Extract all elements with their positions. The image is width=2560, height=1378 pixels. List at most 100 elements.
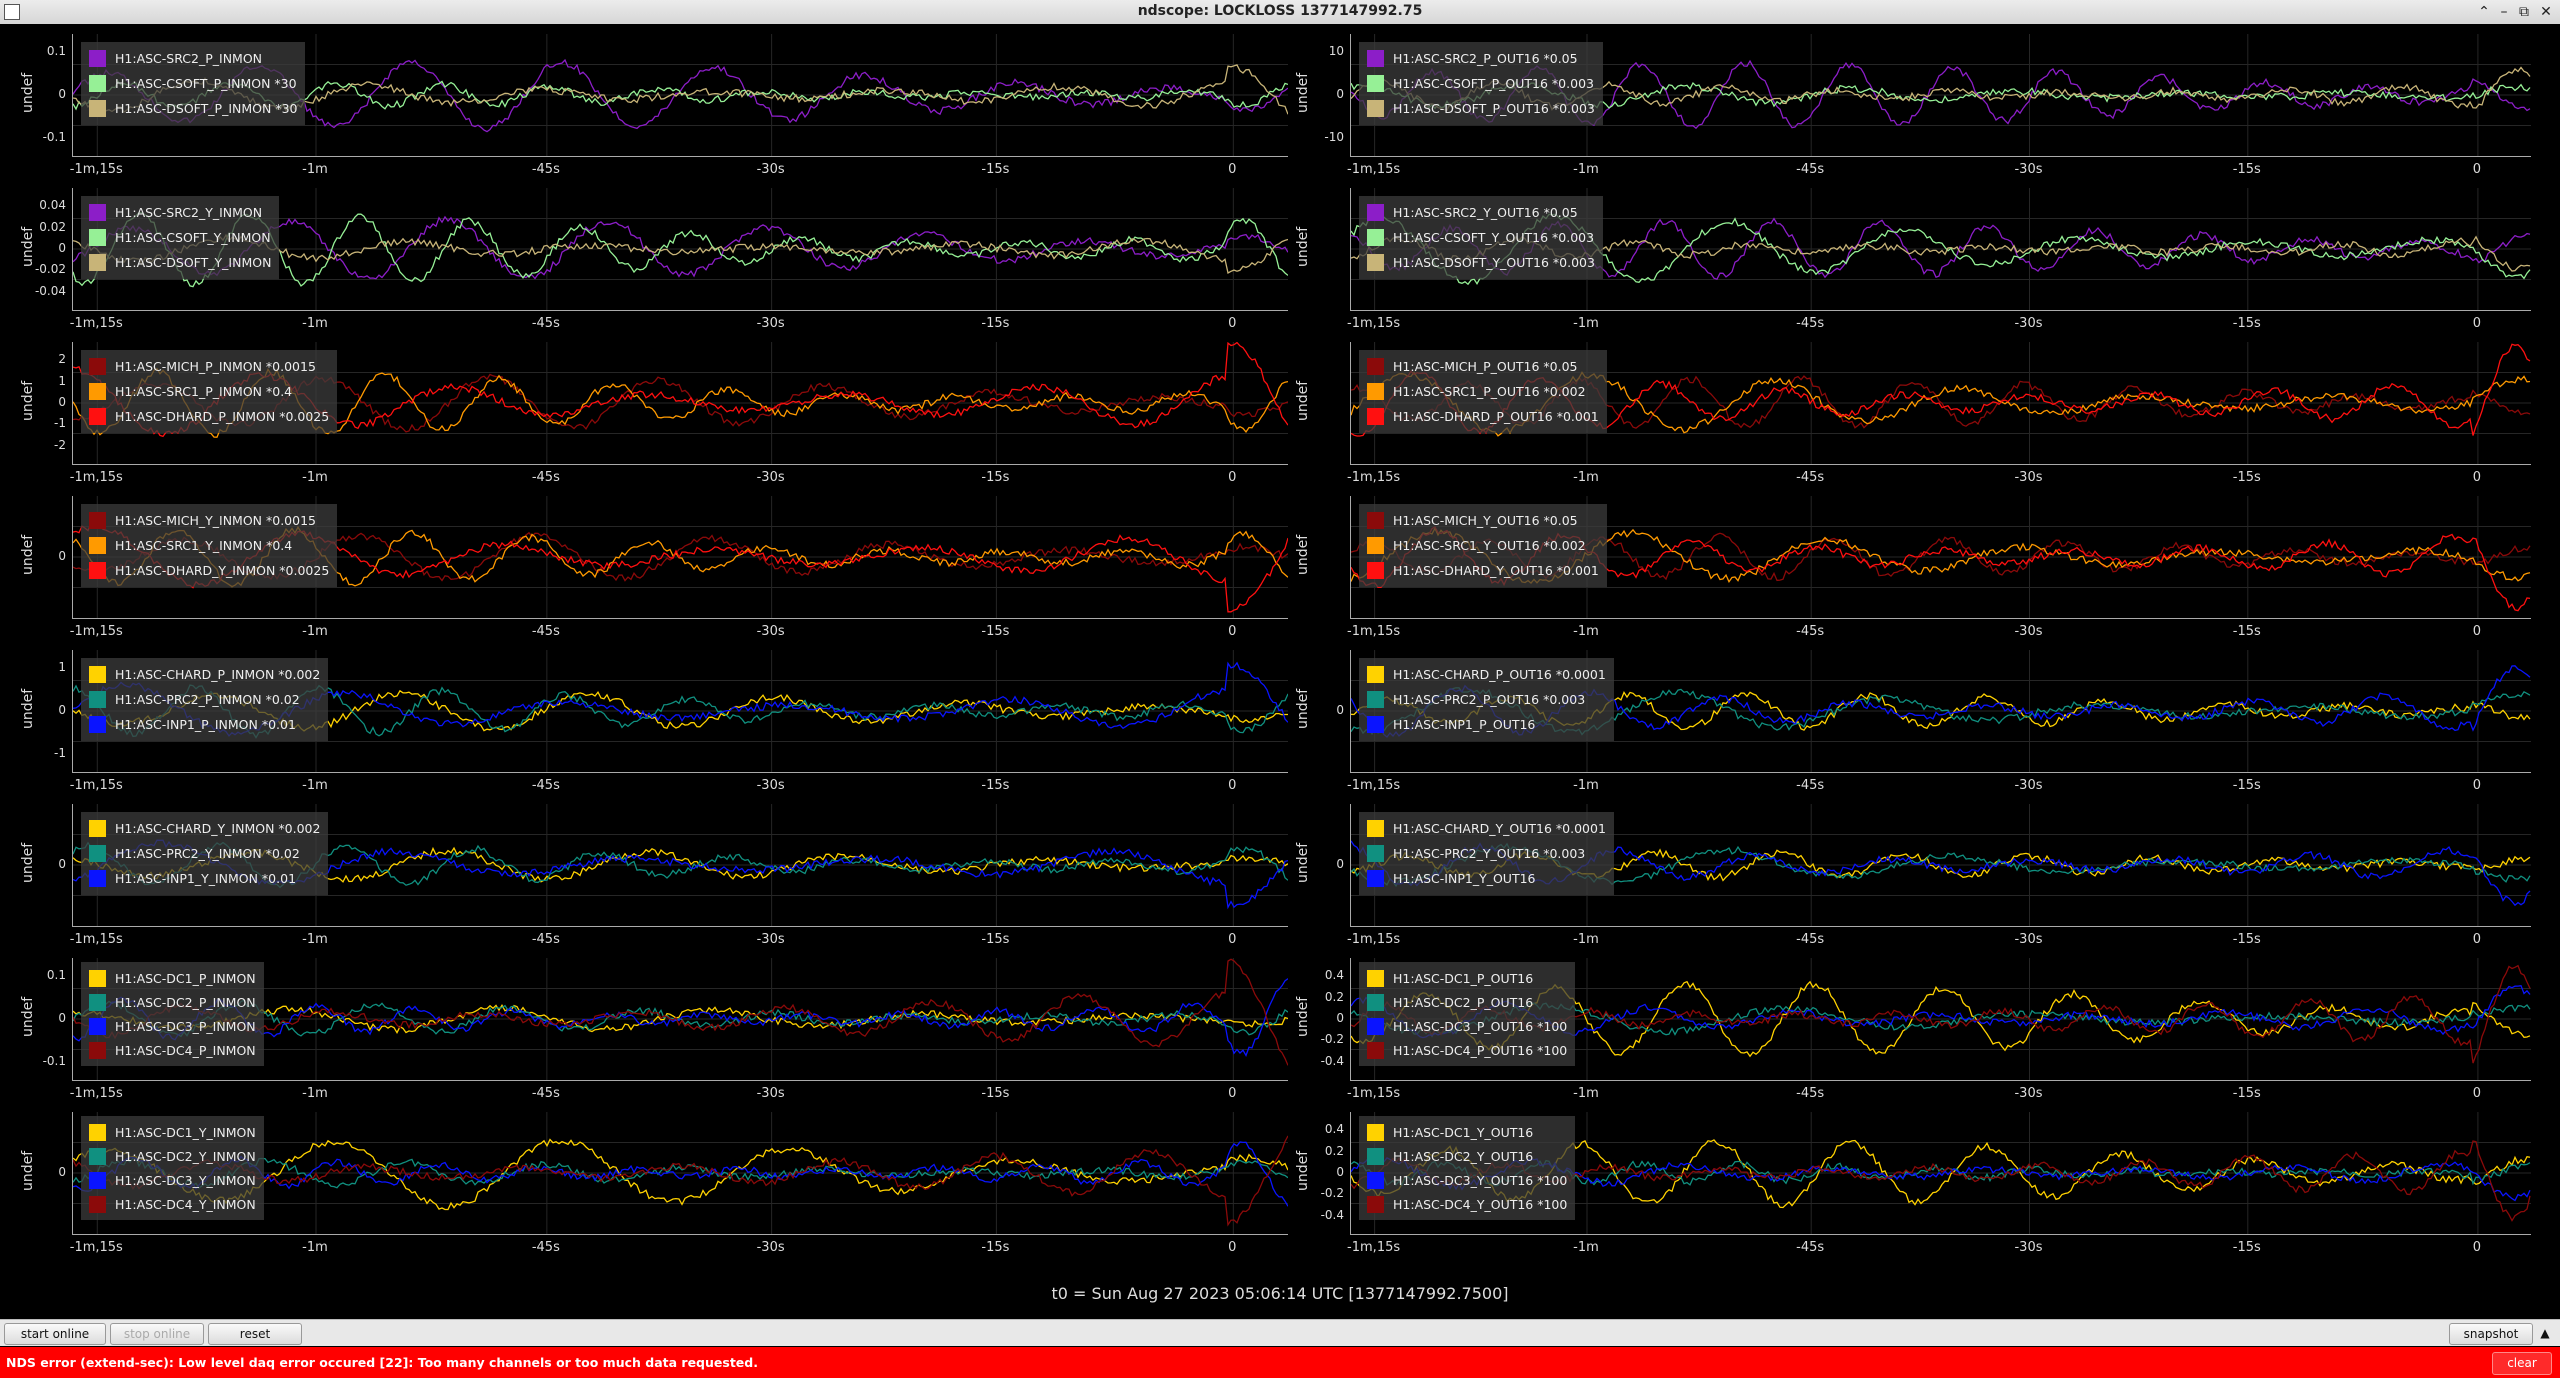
legend-item[interactable]: H1:ASC-DC3_Y_INMON [89,1168,256,1192]
legend-item[interactable]: H1:ASC-DC4_Y_INMON [89,1192,256,1216]
channel-legend[interactable]: H1:ASC-CHARD_P_INMON *0.002 H1:ASC-PRC2_P… [81,658,329,741]
legend-item[interactable]: H1:ASC-DC1_Y_OUT16 [1367,1120,1567,1144]
plot-area[interactable]: H1:ASC-MICH_Y_INMON *0.0015 H1:ASC-SRC1_Y… [72,496,1288,619]
plot-area[interactable]: H1:ASC-MICH_Y_OUT16 *0.05 H1:ASC-SRC1_Y_O… [1350,496,2531,619]
plot-area[interactable]: H1:ASC-DC1_P_OUT16 H1:ASC-DC2_P_OUT16 H1:A… [1350,958,2531,1081]
legend-item[interactable]: H1:ASC-DHARD_P_INMON *0.0025 [89,404,329,429]
plot-panel[interactable]: undef H1:ASC-CHARD_P_OUT16 *0.0001 H1:ASC-… [1290,650,2531,804]
channel-legend[interactable]: H1:ASC-MICH_Y_INMON *0.0015 H1:ASC-SRC1_Y… [81,504,338,587]
legend-item[interactable]: H1:ASC-DC2_P_OUT16 [1367,990,1567,1014]
plot-area[interactable]: H1:ASC-CHARD_P_INMON *0.002 H1:ASC-PRC2_P… [72,650,1288,773]
channel-legend[interactable]: H1:ASC-SRC2_P_INMON H1:ASC-CSOFT_P_INMON … [81,42,306,125]
plot-panel[interactable]: undef H1:ASC-DC1_Y_OUT16 H1:ASC-DC2_Y_OUT1… [1290,1112,2531,1266]
legend-item[interactable]: H1:ASC-DSOFT_P_OUT16 *0.003 [1367,96,1595,121]
legend-item[interactable]: H1:ASC-SRC2_P_INMON [89,46,297,71]
legend-item[interactable]: H1:ASC-MICH_Y_OUT16 *0.05 [1367,508,1599,533]
legend-item[interactable]: H1:ASC-DC4_P_OUT16 *100 [1367,1038,1567,1062]
plot-panel[interactable]: undef H1:ASC-MICH_Y_OUT16 *0.05 H1:ASC-SRC… [1290,496,2531,650]
clear-error-button[interactable]: clear [2492,1352,2552,1375]
legend-item[interactable]: H1:ASC-MICH_P_INMON *0.0015 [89,354,329,379]
legend-item[interactable]: H1:ASC-MICH_P_OUT16 *0.05 [1367,354,1599,379]
legend-item[interactable]: H1:ASC-SRC1_P_OUT16 *0.002 [1367,379,1599,404]
reset-button[interactable]: reset [208,1323,302,1345]
channel-legend[interactable]: H1:ASC-MICH_P_INMON *0.0015 H1:ASC-SRC1_P… [81,350,338,433]
legend-item[interactable]: H1:ASC-PRC2_P_INMON *0.02 [89,687,320,712]
plot-panel[interactable]: undef H1:ASC-DC1_P_INMON H1:ASC-DC2_P_INMO… [0,958,1288,1112]
legend-item[interactable]: H1:ASC-DC2_Y_OUT16 [1367,1144,1567,1168]
plot-panel[interactable]: undef H1:ASC-SRC2_Y_OUT16 *0.05 H1:ASC-CSO… [1290,188,2531,342]
plot-area[interactable]: H1:ASC-DC1_Y_INMON H1:ASC-DC2_Y_INMON H1:A… [72,1112,1288,1235]
legend-item[interactable]: H1:ASC-DC4_Y_OUT16 *100 [1367,1192,1567,1216]
legend-item[interactable]: H1:ASC-INP1_P_OUT16 [1367,712,1606,737]
channel-legend[interactable]: H1:ASC-CHARD_P_OUT16 *0.0001 H1:ASC-PRC2_… [1359,658,1614,741]
channel-legend[interactable]: H1:ASC-DC1_P_OUT16 H1:ASC-DC2_P_OUT16 H1:A… [1359,962,1576,1066]
legend-item[interactable]: H1:ASC-SRC1_Y_OUT16 *0.002 [1367,533,1599,558]
legend-item[interactable]: H1:ASC-PRC2_Y_INMON *0.02 [89,841,320,866]
legend-item[interactable]: H1:ASC-DC3_P_INMON [89,1014,256,1038]
stop-online-button[interactable]: stop online [110,1323,204,1345]
legend-item[interactable]: H1:ASC-CHARD_P_INMON *0.002 [89,662,320,687]
start-online-button[interactable]: start online [4,1323,106,1345]
window-close-button[interactable]: ✕ [2536,2,2556,22]
plot-panel[interactable]: undef H1:ASC-CHARD_P_INMON *0.002 H1:ASC-P… [0,650,1288,804]
plot-panel[interactable]: undef H1:ASC-MICH_P_INMON *0.0015 H1:ASC-S… [0,342,1288,496]
legend-item[interactable]: H1:ASC-INP1_Y_OUT16 [1367,866,1606,891]
plot-panel[interactable]: undef H1:ASC-MICH_Y_INMON *0.0015 H1:ASC-S… [0,496,1288,650]
plot-panel[interactable]: undef H1:ASC-SRC2_Y_INMON H1:ASC-CSOFT_Y_I… [0,188,1288,342]
plot-area[interactable]: H1:ASC-SRC2_Y_INMON H1:ASC-CSOFT_Y_INMON H… [72,188,1288,311]
plot-panel[interactable]: undef H1:ASC-CHARD_Y_INMON *0.002 H1:ASC-P… [0,804,1288,958]
legend-item[interactable]: H1:ASC-PRC2_P_OUT16 *0.003 [1367,687,1606,712]
legend-item[interactable]: H1:ASC-SRC2_P_OUT16 *0.05 [1367,46,1595,71]
plot-panel[interactable]: undef H1:ASC-DC1_Y_INMON H1:ASC-DC2_Y_INMO… [0,1112,1288,1266]
plot-area[interactable]: H1:ASC-CHARD_P_OUT16 *0.0001 H1:ASC-PRC2_… [1350,650,2531,773]
legend-item[interactable]: H1:ASC-CSOFT_Y_INMON [89,225,271,250]
legend-item[interactable]: H1:ASC-DHARD_Y_OUT16 *0.001 [1367,558,1599,583]
legend-item[interactable]: H1:ASC-DSOFT_Y_OUT16 *0.003 [1367,250,1595,275]
plot-area[interactable]: H1:ASC-SRC2_P_OUT16 *0.05 H1:ASC-CSOFT_P_… [1350,34,2531,157]
channel-legend[interactable]: H1:ASC-DC1_Y_INMON H1:ASC-DC2_Y_INMON H1:A… [81,1116,264,1220]
plot-panel[interactable]: undef H1:ASC-DC1_P_OUT16 H1:ASC-DC2_P_OUT1… [1290,958,2531,1112]
plot-area[interactable]: H1:ASC-SRC2_P_INMON H1:ASC-CSOFT_P_INMON … [72,34,1288,157]
snapshot-button[interactable]: snapshot [2449,1323,2533,1345]
plot-area[interactable]: H1:ASC-DC1_P_INMON H1:ASC-DC2_P_INMON H1:A… [72,958,1288,1081]
legend-item[interactable]: H1:ASC-SRC1_P_INMON *0.4 [89,379,329,404]
legend-item[interactable]: H1:ASC-DC2_P_INMON [89,990,256,1014]
legend-item[interactable]: H1:ASC-PRC2_Y_OUT16 *0.003 [1367,841,1606,866]
legend-item[interactable]: H1:ASC-CSOFT_P_INMON *30 [89,71,297,96]
legend-item[interactable]: H1:ASC-SRC1_Y_INMON *0.4 [89,533,329,558]
expand-arrow-icon[interactable]: ▲ [2535,1323,2555,1343]
legend-item[interactable]: H1:ASC-INP1_P_INMON *0.01 [89,712,320,737]
channel-legend[interactable]: H1:ASC-MICH_P_OUT16 *0.05 H1:ASC-SRC1_P_O… [1359,350,1607,433]
window-maximize-button[interactable]: ⧉ [2514,2,2534,22]
channel-legend[interactable]: H1:ASC-DC1_Y_OUT16 H1:ASC-DC2_Y_OUT16 H1:A… [1359,1116,1576,1220]
legend-item[interactable]: H1:ASC-SRC2_Y_OUT16 *0.05 [1367,200,1595,225]
channel-legend[interactable]: H1:ASC-CHARD_Y_OUT16 *0.0001 H1:ASC-PRC2_… [1359,812,1614,895]
legend-item[interactable]: H1:ASC-CHARD_Y_OUT16 *0.0001 [1367,816,1606,841]
legend-item[interactable]: H1:ASC-DC1_P_OUT16 [1367,966,1567,990]
channel-legend[interactable]: H1:ASC-MICH_Y_OUT16 *0.05 H1:ASC-SRC1_Y_O… [1359,504,1607,587]
legend-item[interactable]: H1:ASC-DC2_Y_INMON [89,1144,256,1168]
window-minimize-button[interactable]: – [2494,2,2514,22]
legend-item[interactable]: H1:ASC-MICH_Y_INMON *0.0015 [89,508,329,533]
window-shade-button[interactable]: ⌃ [2474,2,2494,22]
legend-item[interactable]: H1:ASC-INP1_Y_INMON *0.01 [89,866,320,891]
legend-item[interactable]: H1:ASC-DSOFT_Y_INMON [89,250,271,275]
plot-panel[interactable]: undef H1:ASC-SRC2_P_INMON H1:ASC-CSOFT_P_I… [0,34,1288,188]
plot-panel[interactable]: undef H1:ASC-SRC2_P_OUT16 *0.05 H1:ASC-CSO… [1290,34,2531,188]
legend-item[interactable]: H1:ASC-DC4_P_INMON [89,1038,256,1062]
legend-item[interactable]: H1:ASC-DHARD_Y_INMON *0.0025 [89,558,329,583]
legend-item[interactable]: H1:ASC-SRC2_Y_INMON [89,200,271,225]
plot-area[interactable]: H1:ASC-MICH_P_INMON *0.0015 H1:ASC-SRC1_P… [72,342,1288,465]
legend-item[interactable]: H1:ASC-CHARD_Y_INMON *0.002 [89,816,320,841]
legend-item[interactable]: H1:ASC-DC1_P_INMON [89,966,256,990]
legend-item[interactable]: H1:ASC-DHARD_P_OUT16 *0.001 [1367,404,1599,429]
plot-area[interactable]: H1:ASC-DC1_Y_OUT16 H1:ASC-DC2_Y_OUT16 H1:A… [1350,1112,2531,1235]
channel-legend[interactable]: H1:ASC-SRC2_Y_OUT16 *0.05 H1:ASC-CSOFT_Y_… [1359,196,1603,279]
channel-legend[interactable]: H1:ASC-CHARD_Y_INMON *0.002 H1:ASC-PRC2_Y… [81,812,329,895]
legend-item[interactable]: H1:ASC-CSOFT_P_OUT16 *0.003 [1367,71,1595,96]
legend-item[interactable]: H1:ASC-DC1_Y_INMON [89,1120,256,1144]
channel-legend[interactable]: H1:ASC-DC1_P_INMON H1:ASC-DC2_P_INMON H1:A… [81,962,264,1066]
plot-panel[interactable]: undef H1:ASC-MICH_P_OUT16 *0.05 H1:ASC-SRC… [1290,342,2531,496]
plot-area[interactable]: H1:ASC-MICH_P_OUT16 *0.05 H1:ASC-SRC1_P_O… [1350,342,2531,465]
plot-area[interactable]: H1:ASC-CHARD_Y_INMON *0.002 H1:ASC-PRC2_Y… [72,804,1288,927]
